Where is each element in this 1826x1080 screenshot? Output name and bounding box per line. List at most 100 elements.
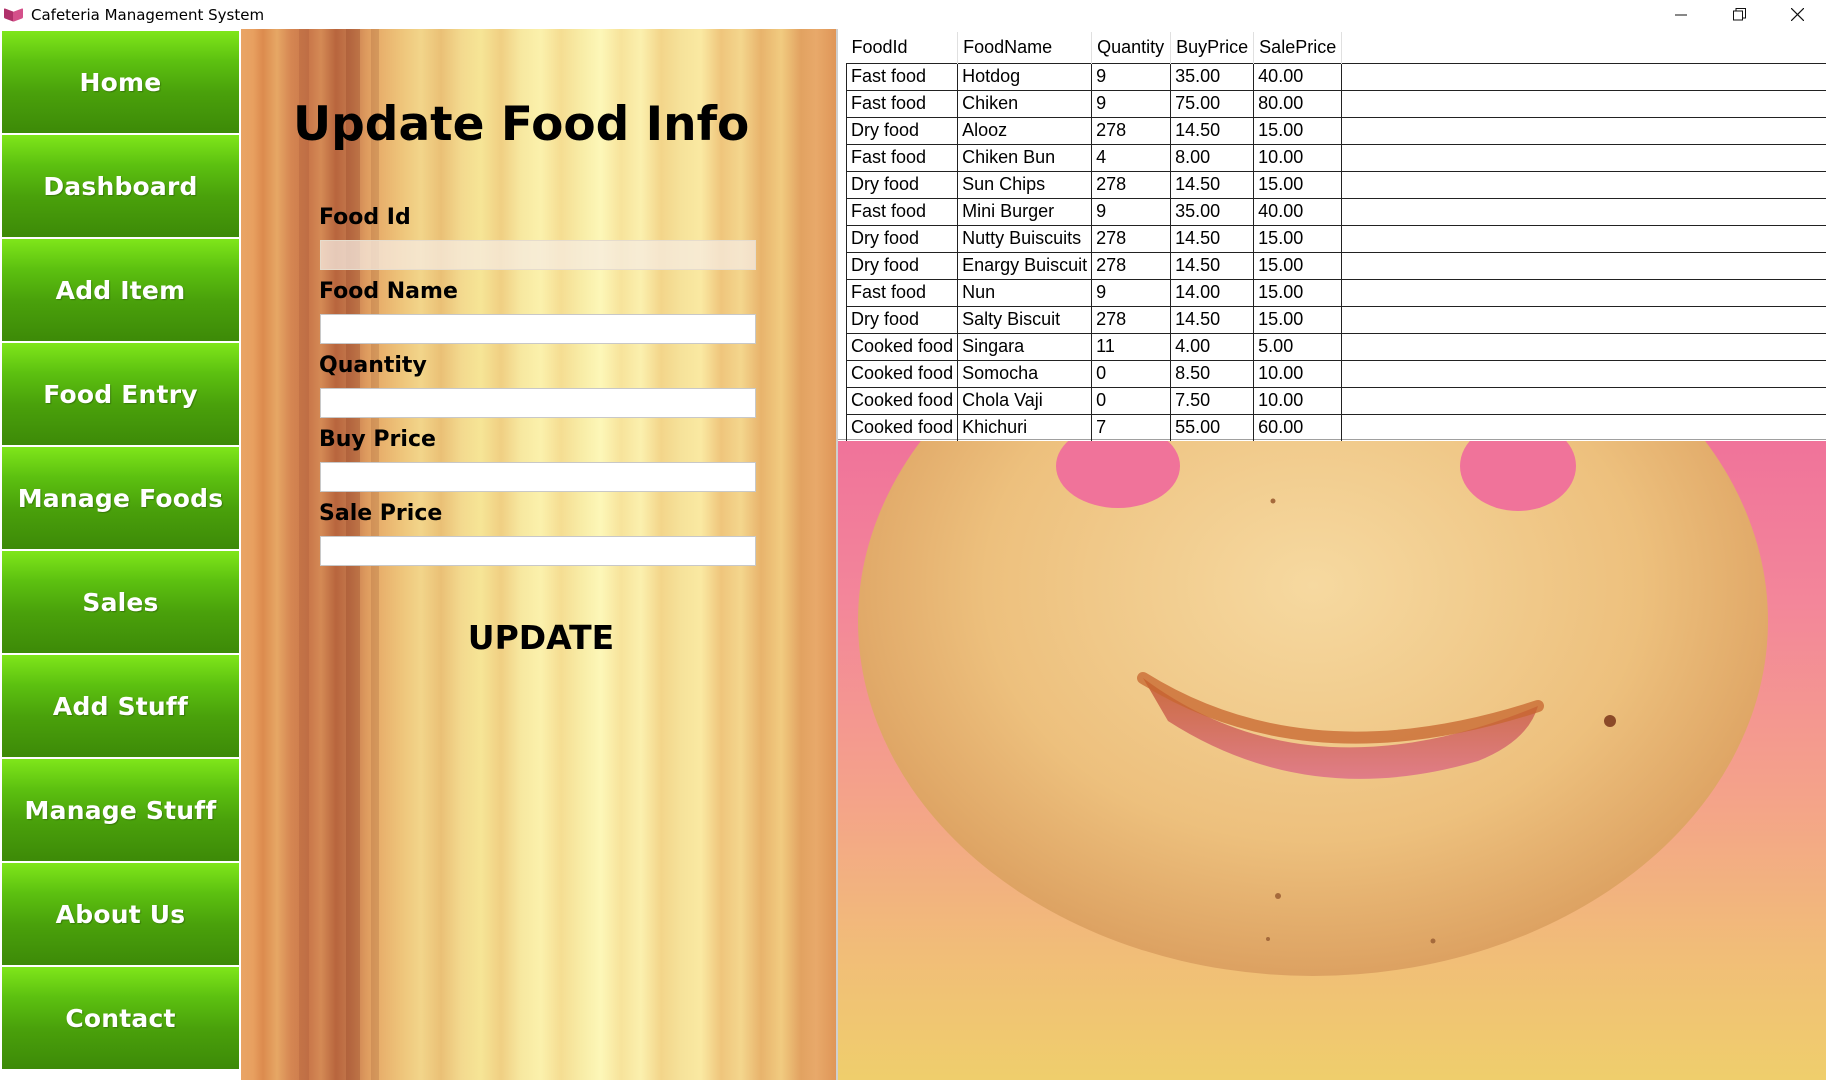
table-cell-buyprice[interactable]: 8.50 [1170,359,1255,388]
nav-about-us-button[interactable]: About Us [2,863,239,965]
table-cell-buyprice[interactable]: 14.50 [1170,251,1255,280]
table-cell-foodname[interactable]: Enargy Buiscuit [957,251,1093,280]
table-cell-saleprice[interactable]: 15.00 [1253,305,1343,334]
table-row[interactable]: Cooked food Khichuri 7 55.00 60.00 [845,413,1343,442]
table-cell-foodname[interactable]: Nun [957,278,1093,307]
table-cell-saleprice[interactable]: 15.00 [1253,116,1343,145]
buy-price-field[interactable] [320,462,756,492]
table-row[interactable]: Fast food Chiken 9 75.00 80.00 [845,89,1343,118]
table-row[interactable]: Cooked food Chola Vaji 0 7.50 10.00 [845,386,1343,415]
table-cell-foodname[interactable]: Mini Burger [957,197,1093,226]
table-cell-saleprice[interactable]: 40.00 [1253,197,1343,226]
table-cell-foodname[interactable]: Khichuri [957,413,1093,442]
table-row[interactable]: Dry food Nutty Buiscuits 278 14.50 15.00 [845,224,1343,253]
table-row[interactable]: Fast food Hotdog 9 35.00 40.00 [845,62,1343,91]
table-cell-foodname[interactable]: Somocha [957,359,1093,388]
food-name-field[interactable] [320,314,756,344]
sale-price-field[interactable] [320,536,756,566]
table-cell-foodname[interactable]: Singara [957,332,1093,361]
table-row[interactable]: Dry food Alooz 278 14.50 15.00 [845,116,1343,145]
table-cell-saleprice[interactable]: 15.00 [1253,278,1343,307]
table-cell-foodid[interactable]: Fast food [845,89,959,118]
update-button[interactable]: UPDATE [441,611,641,663]
nav-sales-button[interactable]: Sales [2,551,239,653]
table-cell-quantity[interactable]: 4 [1091,143,1172,172]
table-row[interactable]: Fast food Mini Burger 9 35.00 40.00 [845,197,1343,226]
nav-food-entry-button[interactable]: Food Entry [2,343,239,445]
table-cell-buyprice[interactable]: 14.00 [1170,278,1255,307]
table-cell-foodid[interactable]: Fast food [845,62,959,91]
table-cell-saleprice[interactable]: 15.00 [1253,224,1343,253]
nav-manage-foods-button[interactable]: Manage Foods [2,447,239,549]
table-cell-quantity[interactable]: 9 [1091,62,1172,91]
table-cell-quantity[interactable]: 278 [1091,251,1172,280]
table-cell-quantity[interactable]: 0 [1091,359,1172,388]
table-cell-saleprice[interactable]: 5.00 [1253,332,1343,361]
table-cell-buyprice[interactable]: 55.00 [1170,413,1255,442]
nav-add-stuff-button[interactable]: Add Stuff [2,655,239,757]
table-cell-saleprice[interactable]: 10.00 [1253,386,1343,415]
table-cell-quantity[interactable]: 278 [1091,170,1172,199]
food-id-field[interactable] [320,240,756,270]
table-cell-quantity[interactable]: 0 [1091,386,1172,415]
table-row[interactable]: Cooked food Somocha 0 8.50 10.00 [845,359,1343,388]
table-row[interactable]: Fast food Chiken Bun 4 8.00 10.00 [845,143,1343,172]
table-row[interactable]: Dry food Enargy Buiscuit 278 14.50 15.00 [845,251,1343,280]
minimize-button[interactable] [1652,0,1710,29]
nav-home-button[interactable]: Home [2,31,239,133]
table-cell-foodname[interactable]: Chiken [957,89,1093,118]
table-cell-foodname[interactable]: Salty Biscuit [957,305,1093,334]
table-cell-foodid[interactable]: Fast food [845,278,959,307]
table-cell-quantity[interactable]: 9 [1091,197,1172,226]
table-row[interactable]: Fast food Nun 9 14.00 15.00 [845,278,1343,307]
table-cell-foodid[interactable]: Cooked food [845,332,959,361]
table-cell-foodid[interactable]: Fast food [845,143,959,172]
table-cell-saleprice[interactable]: 15.00 [1253,170,1343,199]
food-data-grid[interactable]: FoodId FoodName Quantity BuyPrice SalePr… [838,29,1826,442]
nav-add-item-button[interactable]: Add Item [2,239,239,341]
table-cell-foodid[interactable]: Dry food [845,224,959,253]
table-cell-buyprice[interactable]: 14.50 [1170,224,1255,253]
table-cell-buyprice[interactable]: 75.00 [1170,89,1255,118]
table-cell-saleprice[interactable]: 15.00 [1253,251,1343,280]
nav-dashboard-button[interactable]: Dashboard [2,135,239,237]
table-cell-foodid[interactable]: Dry food [845,305,959,334]
table-cell-buyprice[interactable]: 14.50 [1170,170,1255,199]
column-header-quantity[interactable]: Quantity [1091,32,1172,63]
restore-button[interactable] [1710,0,1768,29]
table-row[interactable]: Dry food Sun Chips 278 14.50 15.00 [845,170,1343,199]
table-cell-foodid[interactable]: Cooked food [845,413,959,442]
table-cell-buyprice[interactable]: 35.00 [1170,197,1255,226]
table-row[interactable]: Dry food Salty Biscuit 278 14.50 15.00 [845,305,1343,334]
column-header-buyprice[interactable]: BuyPrice [1170,32,1255,63]
table-cell-foodid[interactable]: Dry food [845,251,959,280]
table-cell-quantity[interactable]: 278 [1091,305,1172,334]
table-cell-saleprice[interactable]: 60.00 [1253,413,1343,442]
nav-contact-button[interactable]: Contact [2,967,239,1069]
table-cell-foodname[interactable]: Alooz [957,116,1093,145]
table-cell-foodid[interactable]: Dry food [845,170,959,199]
table-cell-saleprice[interactable]: 10.00 [1253,359,1343,388]
table-row[interactable]: Cooked food Singara 11 4.00 5.00 [845,332,1343,361]
table-cell-foodname[interactable]: Chola Vaji [957,386,1093,415]
column-header-foodname[interactable]: FoodName [957,32,1093,63]
table-cell-buyprice[interactable]: 8.00 [1170,143,1255,172]
table-cell-buyprice[interactable]: 35.00 [1170,62,1255,91]
table-cell-quantity[interactable]: 9 [1091,278,1172,307]
table-cell-saleprice[interactable]: 40.00 [1253,62,1343,91]
column-header-saleprice[interactable]: SalePrice [1253,32,1343,63]
column-header-foodid[interactable]: FoodId [846,32,959,63]
table-cell-quantity[interactable]: 278 [1091,116,1172,145]
table-cell-buyprice[interactable]: 14.50 [1170,305,1255,334]
table-cell-foodid[interactable]: Dry food [845,116,959,145]
table-cell-saleprice[interactable]: 10.00 [1253,143,1343,172]
quantity-field[interactable] [320,388,756,418]
table-cell-buyprice[interactable]: 7.50 [1170,386,1255,415]
table-cell-quantity[interactable]: 7 [1091,413,1172,442]
table-cell-saleprice[interactable]: 80.00 [1253,89,1343,118]
table-cell-foodname[interactable]: Hotdog [957,62,1093,91]
table-cell-foodid[interactable]: Cooked food [845,359,959,388]
table-cell-foodname[interactable]: Sun Chips [957,170,1093,199]
table-cell-quantity[interactable]: 11 [1091,332,1172,361]
table-cell-quantity[interactable]: 278 [1091,224,1172,253]
